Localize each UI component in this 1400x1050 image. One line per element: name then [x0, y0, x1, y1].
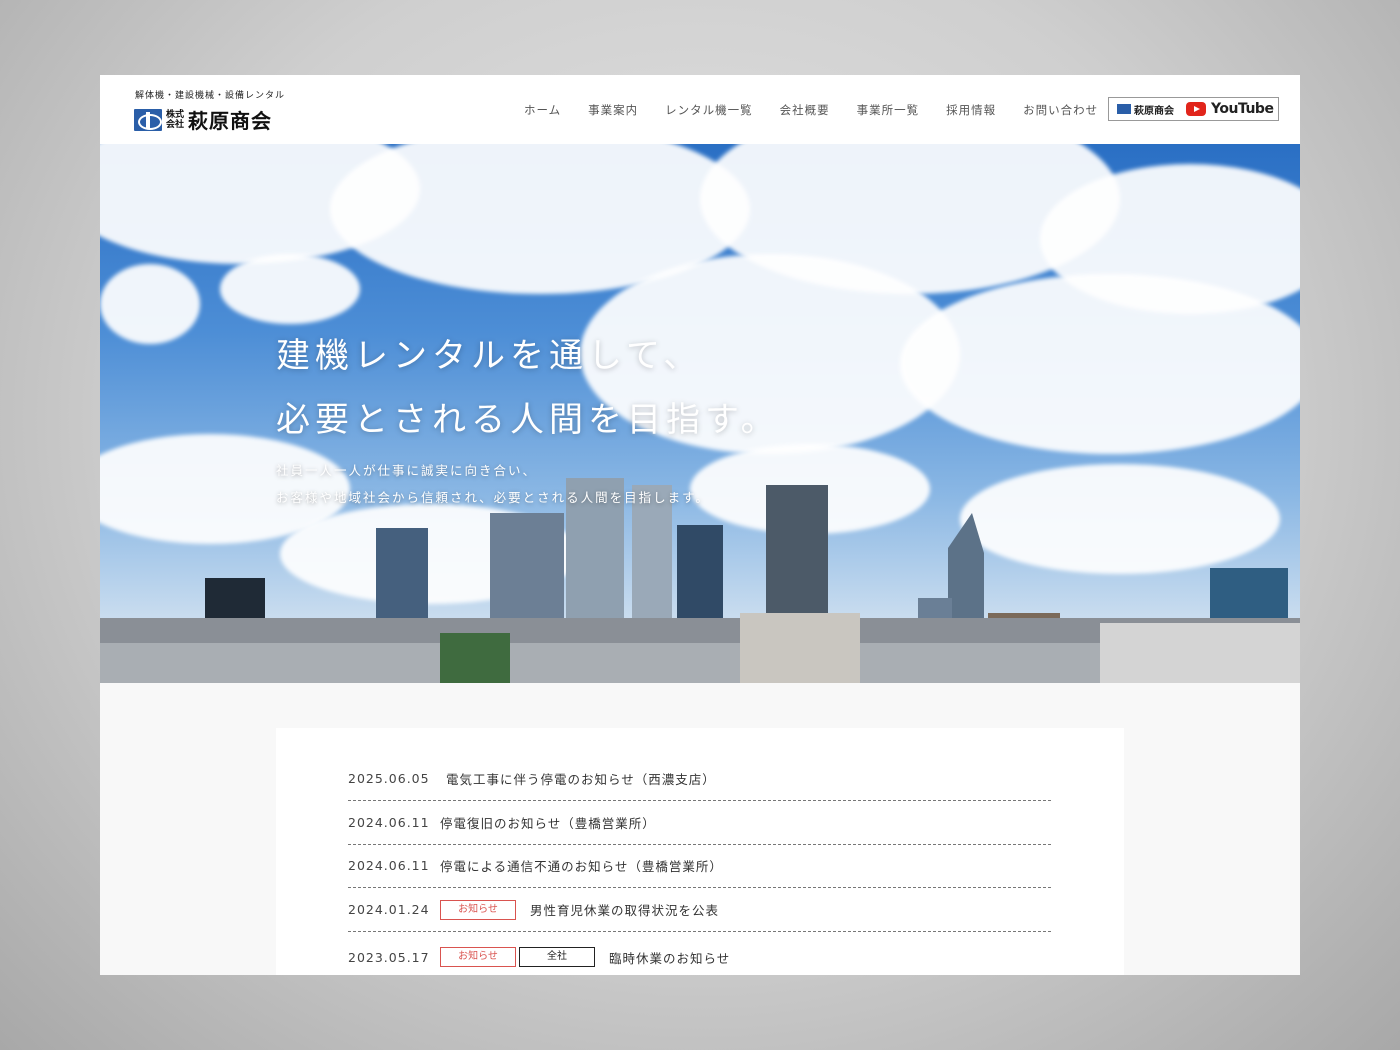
- hero-sub-line1: 社員一人一人が仕事に誠実に向き合い、: [276, 463, 538, 478]
- nav-offices[interactable]: 事業所一覧: [857, 102, 920, 118]
- news-date: 2024.06.11: [348, 815, 430, 830]
- hero-title: 建機レンタルを通して、 必要とされる人間を目指す。: [276, 324, 780, 452]
- cloud: [220, 254, 360, 324]
- tagline: 解体機・建設機械・設備レンタル: [135, 91, 286, 101]
- youtube-play-icon: [1186, 102, 1206, 116]
- hero-title-line1: 建機レンタルを通して、: [276, 336, 703, 376]
- news-date: 2024.06.11: [348, 858, 430, 873]
- category-badge-info: お知らせ: [440, 899, 516, 920]
- nav-business[interactable]: 事業案内: [588, 102, 638, 118]
- youtube-banner-company: 萩原商会: [1134, 105, 1174, 117]
- news-date: 2023.05.17: [348, 949, 430, 965]
- logo-mark-icon: [1117, 104, 1131, 114]
- hero-subtitle: 社員一人一人が仕事に誠実に向き合い、 お客様や地域社会から信頼され、必要とされる…: [276, 457, 710, 511]
- news-title[interactable]: 停電復旧のお知らせ（豊橋営業所）: [440, 813, 656, 832]
- youtube-label: YouTube: [1211, 101, 1274, 117]
- logo-mark-icon: [134, 108, 162, 131]
- news-date: 2025.06.05: [348, 771, 430, 786]
- news-item[interactable]: 2023.05.17 お知らせ 全社 臨時休業のお知らせ: [348, 935, 1051, 975]
- news-date: 2024.01.24: [348, 902, 430, 917]
- news-list: 2025.06.05 電気工事に伴う停電のお知らせ（西濃支店） 2024.06.…: [276, 728, 1124, 975]
- nav-recruit[interactable]: 採用情報: [946, 102, 996, 118]
- cloud: [100, 264, 200, 344]
- company-logo[interactable]: 株式会社 萩原商会: [134, 105, 272, 134]
- cloud: [900, 274, 1300, 454]
- news-item[interactable]: 2025.06.05 電気工事に伴う停電のお知らせ（西濃支店）: [348, 757, 1051, 801]
- news-item[interactable]: 2024.06.11 停電による通信不通のお知らせ（豊橋営業所）: [348, 844, 1051, 888]
- news-item[interactable]: 2024.01.24 お知らせ 男性育児休業の取得状況を公表: [348, 888, 1051, 932]
- hero-sub-line2: お客様や地域社会から信頼され、必要とされる人間を目指します。: [276, 490, 710, 505]
- nav-rental-list[interactable]: レンタル機一覧: [665, 102, 753, 118]
- hero-image: 建機レンタルを通して、 必要とされる人間を目指す。 社員一人一人が仕事に誠実に向…: [100, 144, 1300, 683]
- nav-contact[interactable]: お問い合わせ: [1023, 102, 1098, 118]
- news-title[interactable]: 電気工事に伴う停電のお知らせ（西濃支店）: [446, 769, 716, 788]
- nav-company[interactable]: 会社概要: [780, 102, 830, 118]
- main-nav: ホーム 事業案内 レンタル機一覧 会社概要 事業所一覧 採用情報 お問い合わせ: [524, 102, 1098, 118]
- news-title[interactable]: 停電による通信不通のお知らせ（豊橋営業所）: [440, 856, 723, 875]
- category-badge-info: お知らせ: [440, 947, 516, 967]
- logo-kind: 株式会社: [166, 109, 185, 130]
- site-header: 解体機・建設機械・設備レンタル 株式会社 萩原商会 ホーム 事業案内 レンタル機…: [100, 75, 1300, 144]
- browser-page: 解体機・建設機械・設備レンタル 株式会社 萩原商会 ホーム 事業案内 レンタル機…: [100, 75, 1300, 975]
- category-badge-all: 全社: [519, 947, 595, 967]
- news-title[interactable]: 臨時休業のお知らせ: [609, 948, 730, 967]
- youtube-banner[interactable]: 萩原商会 YouTube: [1108, 97, 1279, 121]
- nav-home[interactable]: ホーム: [524, 102, 561, 118]
- news-title[interactable]: 男性育児休業の取得状況を公表: [530, 900, 719, 919]
- logo-name: 萩原商会: [188, 109, 272, 133]
- news-item[interactable]: 2024.06.11 停電復旧のお知らせ（豊橋営業所）: [348, 801, 1051, 845]
- hero-title-line2: 必要とされる人間を目指す。: [276, 400, 780, 440]
